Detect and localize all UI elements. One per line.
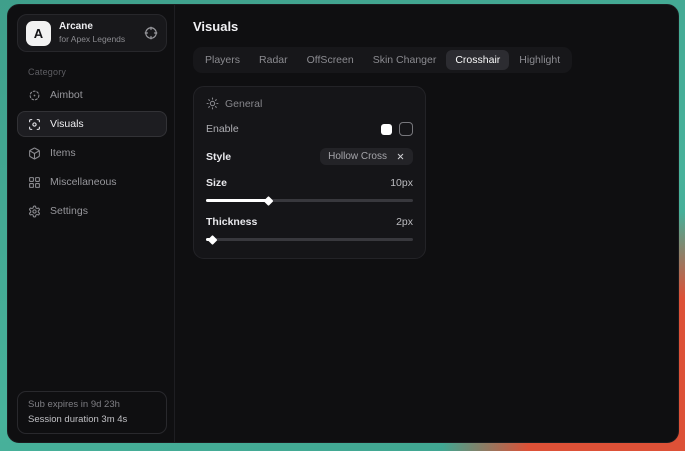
slider-track (206, 238, 413, 241)
sidebar-item-items[interactable]: Items (17, 140, 167, 166)
app-titles: Arcane for Apex Legends (59, 21, 125, 44)
box-icon (28, 147, 41, 160)
tab-crosshair[interactable]: Crosshair (446, 50, 509, 70)
gear-icon (28, 205, 41, 218)
app-header-card: A Arcane for Apex Legends (17, 14, 167, 52)
sidebar-item-label: Settings (50, 205, 88, 217)
eye-scan-icon (28, 118, 41, 131)
app-title: Arcane (59, 21, 125, 34)
remove-style-icon[interactable] (396, 152, 405, 161)
tab-radar[interactable]: Radar (250, 50, 297, 70)
visuals-tabbar: Players Radar OffScreen Skin Changer Cro… (193, 47, 572, 73)
size-value: 10px (390, 177, 413, 189)
slider-fill (206, 199, 268, 202)
tab-skin-changer[interactable]: Skin Changer (364, 50, 446, 70)
sun-settings-icon (206, 97, 219, 110)
page-title: Visuals (193, 19, 662, 34)
sub-expires-text: Sub expires in 9d 23h (28, 399, 156, 410)
sidebar-item-label: Visuals (50, 118, 84, 130)
sidebar-item-visuals[interactable]: Visuals (17, 111, 167, 137)
style-row: Style Hollow Cross (206, 148, 413, 165)
subscription-card: Sub expires in 9d 23h Session duration 3… (17, 391, 167, 434)
tab-highlight[interactable]: Highlight (510, 50, 569, 70)
thickness-value: 2px (396, 216, 413, 228)
thickness-slider[interactable] (206, 236, 413, 243)
style-value: Hollow Cross (328, 151, 387, 162)
panel-header-label: General (225, 98, 262, 110)
main-content: Visuals Players Radar OffScreen Skin Cha… (175, 5, 678, 442)
sidebar-item-miscellaneous[interactable]: Miscellaneous (17, 169, 167, 195)
app-window: A Arcane for Apex Legends Category Aimbo… (7, 4, 679, 443)
category-label: Category (28, 67, 167, 77)
enable-label: Enable (206, 123, 239, 135)
panel-header: General (206, 97, 413, 110)
enable-checkbox[interactable] (381, 124, 392, 135)
size-row: Size 10px (206, 177, 413, 189)
tab-players[interactable]: Players (196, 50, 249, 70)
thickness-slider-thumb[interactable] (208, 235, 218, 245)
style-value-chip[interactable]: Hollow Cross (320, 148, 413, 165)
enable-row: Enable (206, 122, 413, 136)
sidebar-item-label: Aimbot (50, 89, 83, 101)
style-label: Style (206, 151, 231, 163)
size-slider[interactable] (206, 197, 413, 204)
enable-controls (381, 122, 413, 136)
layout-grid-icon (28, 176, 41, 189)
app-logo: A (26, 21, 51, 46)
session-duration-text: Session duration 3m 4s (28, 414, 156, 425)
thickness-label: Thickness (206, 216, 257, 228)
size-label: Size (206, 177, 227, 189)
thickness-row: Thickness 2px (206, 216, 413, 228)
sidebar-item-settings[interactable]: Settings (17, 198, 167, 224)
color-picker-box[interactable] (399, 122, 413, 136)
crosshair-target-icon[interactable] (144, 26, 158, 40)
sidebar-item-label: Miscellaneous (50, 176, 117, 188)
sidebar-item-label: Items (50, 147, 76, 159)
size-slider-thumb[interactable] (264, 196, 274, 206)
sidebar: A Arcane for Apex Legends Category Aimbo… (8, 5, 175, 442)
sidebar-item-aimbot[interactable]: Aimbot (17, 82, 167, 108)
general-panel: General Enable Style Hollow Cross (193, 86, 426, 259)
tab-offscreen[interactable]: OffScreen (298, 50, 363, 70)
sidebar-nav: Aimbot Visuals Items (17, 82, 167, 224)
crosshair-scan-icon (28, 89, 41, 102)
slider-fill (206, 238, 212, 241)
app-subtitle: for Apex Legends (59, 34, 125, 45)
